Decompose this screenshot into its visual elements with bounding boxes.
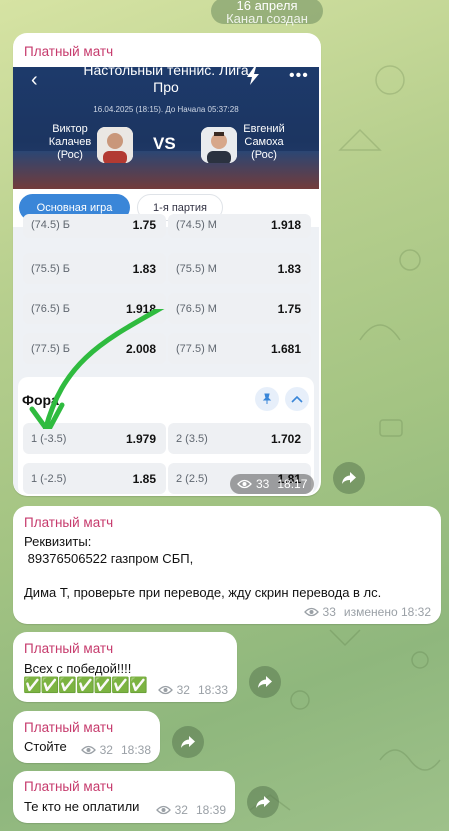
- odds-cell[interactable]: (75.5) М 1.83: [168, 253, 311, 284]
- message-text: Реквизиты: 89376506522 газпром СБП, Дима…: [24, 534, 382, 600]
- player2-name: Евгений Самоха (Рос): [243, 123, 285, 161]
- share-button[interactable]: [172, 726, 204, 758]
- message-meta: 32 18:38: [80, 743, 151, 757]
- match-title: Настольный теннис. Лига Про: [83, 67, 249, 95]
- view-count: 32: [176, 683, 190, 697]
- vs-label: VS: [153, 134, 176, 153]
- match-datetime: 16.04.2025 (18:15). До Начала 05:37:28: [93, 105, 239, 114]
- odds-cell[interactable]: 1 (-2.5) 1.85: [23, 463, 166, 494]
- forward-icon: [181, 736, 195, 748]
- share-button[interactable]: [247, 786, 279, 818]
- sender-name[interactable]: Платный матч: [24, 641, 113, 656]
- emoji-row: ✅✅✅✅✅✅✅: [23, 677, 148, 694]
- eye-icon: [157, 685, 173, 695]
- message-meta: 32 18:39: [155, 803, 226, 817]
- view-count: 33: [322, 605, 336, 619]
- message-bubble[interactable]: Платный матч Реквизиты: 89376506522 газп…: [13, 506, 441, 624]
- eye-icon: [237, 479, 252, 489]
- sender-name[interactable]: Платный матч: [24, 515, 113, 530]
- back-arrow-icon: ‹: [31, 69, 38, 91]
- eye-icon: [303, 607, 319, 617]
- forward-icon: [256, 796, 270, 808]
- message-time: 18:38: [120, 743, 151, 757]
- highlight-arrow: [29, 309, 165, 429]
- odds-cell[interactable]: (75.5) Б 1.83: [23, 253, 166, 284]
- message-time: 18:33: [197, 683, 228, 697]
- match-header: ‹ Настольный теннис. Лига Про ••• 16.04.…: [13, 67, 319, 191]
- forward-icon: [342, 472, 356, 484]
- share-button[interactable]: [249, 666, 281, 698]
- message-meta: 32 18:33: [157, 683, 228, 697]
- message-time: изменено 18:32: [343, 605, 431, 619]
- sender-name[interactable]: Платный матч: [24, 779, 113, 794]
- odds-cell[interactable]: (74.5) М 1.918: [168, 214, 311, 238]
- view-count: 32: [99, 743, 113, 757]
- more-icon: •••: [289, 67, 309, 84]
- player2-avatar: [201, 127, 237, 163]
- service-message: Канал создан: [226, 11, 308, 26]
- player1-avatar: [97, 127, 133, 163]
- share-button[interactable]: [333, 462, 365, 494]
- message-text: Стойте: [24, 739, 67, 754]
- message-photo[interactable]: ‹ Настольный теннис. Лига Про ••• 16.04.…: [13, 67, 319, 495]
- eye-icon: [80, 745, 96, 755]
- message-text: Те кто не оплатили: [24, 799, 140, 814]
- player1-name: Виктор Калачев (Рос): [48, 123, 92, 161]
- message-bubble[interactable]: Платный матч Всех с победой!!!! ✅✅✅✅✅✅✅ …: [13, 632, 237, 702]
- lightning-icon: [247, 67, 259, 85]
- chevron-up-icon: [285, 387, 309, 411]
- view-count: 32: [174, 803, 188, 817]
- message-time: 18:17: [277, 477, 308, 491]
- view-count: 33: [256, 477, 270, 491]
- forward-icon: [258, 676, 272, 688]
- sender-name[interactable]: Платный матч: [24, 44, 113, 59]
- message-time: 18:39: [195, 803, 226, 817]
- eye-icon: [155, 805, 171, 815]
- message-bubble[interactable]: Платный матч Стойте 32 18:38: [13, 711, 160, 763]
- date-separator: 16 апреля Канал создан: [211, 0, 323, 26]
- message-meta: 33 18:17: [230, 474, 315, 494]
- message-text: Всех с победой!!!!: [24, 661, 132, 676]
- message-bubble[interactable]: Платный матч Те кто не оплатили 32 18:39: [13, 771, 235, 823]
- message-meta: 33 изменено 18:32: [303, 605, 431, 619]
- sender-name[interactable]: Платный матч: [24, 720, 113, 735]
- odds-cell[interactable]: (74.5) Б 1.75: [23, 214, 166, 238]
- pin-icon: [255, 387, 279, 411]
